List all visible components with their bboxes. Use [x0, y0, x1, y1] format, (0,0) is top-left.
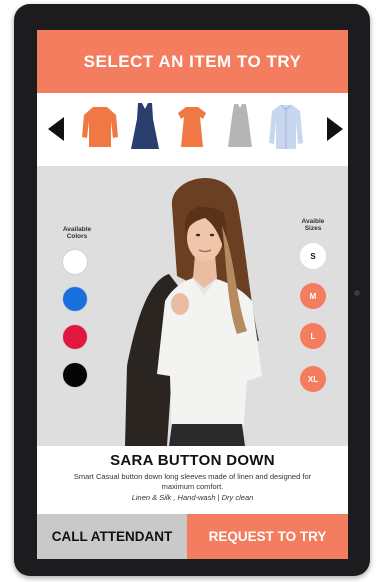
header-bar: SELECT AN ITEM TO TRY [37, 30, 348, 93]
grey-dress-icon [228, 104, 252, 147]
camera-dot [354, 290, 360, 296]
kiosk-screen: SELECT AN ITEM TO TRY Available Colors A… [37, 30, 348, 559]
color-swatch-red[interactable] [63, 325, 87, 349]
color-swatch-blue[interactable] [63, 287, 87, 311]
carousel-item-grey-dress[interactable] [220, 99, 260, 155]
orange-top-icon [82, 107, 118, 147]
model-stage: Available Colors Avaible Sizes S M L XL [37, 166, 348, 446]
carousel-item-orange-top[interactable] [80, 99, 120, 155]
size-button-m[interactable]: M [300, 283, 326, 309]
call-attendant-button[interactable]: CALL ATTENDANT [37, 514, 187, 559]
model-image [125, 177, 262, 446]
size-button-s[interactable]: S [300, 243, 326, 269]
sizes-label: Avaible Sizes [301, 218, 325, 232]
blue-shirt-icon [269, 104, 303, 149]
navy-dress-icon [131, 103, 159, 149]
product-info: SARA BUTTON DOWN Smart Casual button dow… [37, 446, 348, 514]
request-to-try-button[interactable]: REQUEST TO TRY [187, 514, 348, 559]
item-carousel [37, 93, 348, 166]
carousel-item-navy-dress[interactable] [125, 99, 165, 155]
orange-dress-icon [178, 107, 206, 147]
carousel-item-blue-shirt[interactable] [266, 99, 306, 155]
product-description: Smart Casual button down long sleeves ma… [73, 472, 312, 491]
size-button-xl[interactable]: XL [300, 366, 326, 392]
next-arrow-icon[interactable] [327, 117, 343, 141]
carousel-item-orange-dress[interactable] [172, 99, 212, 155]
color-swatch-black[interactable] [63, 363, 87, 387]
color-swatch-white[interactable] [63, 250, 87, 274]
product-name: SARA BUTTON DOWN [110, 452, 275, 469]
page-title: SELECT AN ITEM TO TRY [83, 51, 302, 71]
size-button-l[interactable]: L [300, 323, 326, 349]
previous-arrow-icon[interactable] [48, 117, 64, 141]
colors-label: Available Colors [62, 226, 92, 240]
product-material: Linen & Silk , Hand-wash | Dry clean [131, 493, 254, 502]
